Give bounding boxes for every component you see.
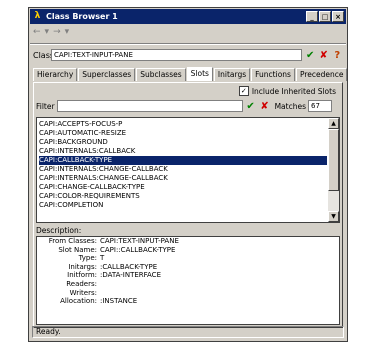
tab-initargs[interactable]: Initargs — [213, 68, 251, 81]
description-row: Slot Name: CAPI::CALLBACK-TYPE — [37, 246, 339, 255]
list-item[interactable]: CAPI:ACCEPTS-FOCUS-P — [39, 120, 327, 129]
description-value: CAPI:TEXT-INPUT-PANE — [100, 237, 179, 245]
filter-clear-icon[interactable]: ✘ — [259, 101, 271, 112]
slot-list[interactable]: CAPI:ACCEPTS-FOCUS-P CAPI:AUTOMATIC-RESI… — [36, 117, 340, 223]
class-row: Class: CAPI:TEXT-INPUT-PANE ✔ ✘ ? — [33, 48, 343, 62]
description-row: Type: T — [37, 254, 339, 263]
class-browser-window: λ Class Browser 1 _ □ × ← ▾ → ▾ Class: C… — [28, 7, 348, 342]
description-key: Type: — [78, 254, 97, 263]
description-key: Initform: — [67, 271, 97, 280]
slots-panel: ✓ Include Inherited Slots Filter ✔ ✘ Mat… — [33, 82, 343, 328]
description-row: Initargs: :CALLBACK-TYPE — [37, 263, 339, 272]
minimize-button[interactable]: _ — [306, 11, 318, 22]
description-row: Initform: :DATA-INTERFACE — [37, 271, 339, 280]
description-row: Allocation: :INSTANCE — [37, 297, 339, 306]
description-key: Slot Name: — [58, 245, 97, 254]
description-row: Writers: — [37, 289, 339, 298]
back-dropdown-icon[interactable]: ▾ — [45, 27, 50, 41]
description-value: CAPI::CALLBACK-TYPE — [100, 245, 176, 254]
list-item[interactable]: CAPI:CHANGE-CALLBACK-TYPE — [39, 183, 327, 192]
filter-row: Filter ✔ ✘ Matches 67 — [36, 99, 338, 113]
forward-dropdown-icon[interactable]: ▾ — [65, 27, 70, 41]
include-inherited-label: Include Inherited Slots — [251, 86, 336, 96]
list-item[interactable]: CAPI:COLOR-REQUIREMENTS — [39, 192, 327, 201]
description-key: From Classes: — [48, 237, 97, 245]
description-label: Description: — [36, 226, 82, 235]
description-row: Readers: — [37, 280, 339, 289]
tab-slots[interactable]: Slots — [186, 67, 213, 81]
list-item[interactable]: CAPI:AUTOMATIC-RESIZE — [39, 129, 327, 138]
description-key: Readers: — [66, 279, 97, 288]
confirm-check-icon[interactable]: ✔ — [304, 50, 316, 61]
tab-precedence[interactable]: Precedence — [295, 68, 348, 81]
filter-apply-icon[interactable]: ✔ — [245, 101, 257, 112]
list-item[interactable]: CAPI:BACKGROUND — [39, 138, 327, 147]
description-box[interactable]: From Classes: CAPI:TEXT-INPUT-PANE Slot … — [36, 236, 340, 325]
forward-arrow-icon[interactable]: → — [53, 27, 61, 41]
status-bar: Ready. — [32, 326, 344, 338]
list-item[interactable]: CAPI:INTERNALS:CHANGE-CALLBACK — [39, 174, 327, 183]
tab-subclasses[interactable]: Subclasses — [136, 68, 186, 81]
cancel-x-icon[interactable]: ✘ — [318, 50, 330, 61]
description-row: From Classes: CAPI:TEXT-INPUT-PANE — [37, 237, 339, 246]
matches-count: 67 — [307, 100, 332, 112]
scroll-up-arrow-icon[interactable]: ▲ — [328, 118, 339, 129]
help-icon[interactable]: ? — [331, 50, 343, 61]
close-button[interactable]: × — [332, 11, 344, 22]
maximize-button[interactable]: □ — [319, 11, 331, 22]
title-bar[interactable]: λ Class Browser 1 _ □ × — [30, 9, 346, 24]
description-value: :CALLBACK-TYPE — [100, 262, 158, 271]
lisp-app-icon: λ — [34, 11, 41, 21]
description-key: Initargs: — [68, 262, 97, 271]
filter-input[interactable] — [56, 100, 243, 112]
slot-list-scrollbar[interactable]: ▲ ▼ — [328, 118, 339, 222]
include-inherited-checkbox[interactable]: ✓ — [238, 86, 249, 96]
window-title: Class Browser 1 — [46, 12, 118, 21]
description-key: Writers: — [69, 288, 97, 297]
description-value: :INSTANCE — [100, 297, 138, 306]
tab-superclasses[interactable]: Superclasses — [78, 68, 136, 81]
back-arrow-icon[interactable]: ← — [33, 27, 41, 41]
navigation-toolbar: ← ▾ → ▾ — [33, 27, 69, 41]
class-label: Class: — [33, 50, 57, 60]
description-value: :DATA-INTERFACE — [100, 271, 161, 280]
list-item[interactable]: CAPI:INTERNALS:CALLBACK — [39, 147, 327, 156]
matches-label: Matches — [274, 101, 306, 111]
scroll-thumb[interactable] — [328, 129, 339, 191]
toolbar-divider — [30, 43, 346, 45]
tab-functions[interactable]: Functions — [251, 68, 295, 81]
list-item[interactable]: CAPI:INTERNALS:CHANGE-CALLBACK — [39, 165, 327, 174]
class-input[interactable]: CAPI:TEXT-INPUT-PANE — [51, 49, 303, 61]
scroll-down-arrow-icon[interactable]: ▼ — [328, 211, 339, 222]
list-item-selected[interactable]: CAPI:CALLBACK-TYPE — [39, 156, 327, 165]
tab-bar: Hierarchy Superclasses Subclasses Slots … — [33, 67, 348, 82]
include-inherited-row[interactable]: ✓ Include Inherited Slots — [238, 86, 336, 96]
list-item[interactable]: CAPI:COMPLETION — [39, 201, 327, 210]
description-value: T — [100, 254, 105, 263]
tab-hierarchy[interactable]: Hierarchy — [33, 68, 78, 81]
filter-label: Filter — [36, 101, 55, 111]
description-key: Allocation: — [60, 297, 97, 306]
